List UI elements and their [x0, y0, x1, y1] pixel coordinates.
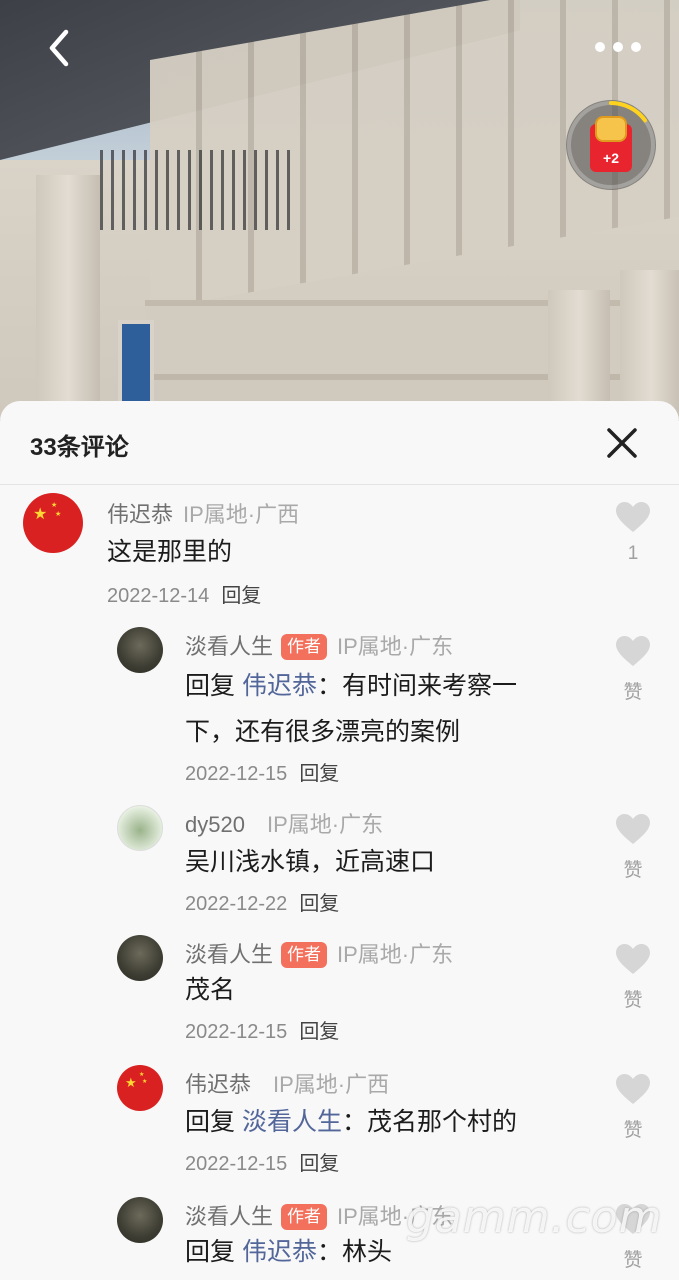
- mention-link[interactable]: 伟迟恭: [242, 672, 317, 700]
- username[interactable]: dy520: [185, 812, 245, 837]
- comment-meta: 2022-12-15 回复: [185, 757, 339, 786]
- watermark-text: gamm.com: [406, 1192, 663, 1243]
- back-button[interactable]: [40, 24, 84, 72]
- username[interactable]: 伟迟恭: [185, 1072, 251, 1097]
- comment-date: 2022-12-15: [185, 763, 288, 785]
- comment-date: 2022-12-15: [185, 1153, 288, 1175]
- building-pillar: [620, 270, 679, 420]
- comment-text-rest: ：茂名那个村的: [341, 1108, 517, 1136]
- china-flag-avatar[interactable]: ★ ★ ★: [23, 493, 83, 553]
- tree-avatar[interactable]: [117, 1197, 163, 1243]
- comment-text-line1: ：有时间来考察一: [316, 672, 517, 700]
- reply-item[interactable]: dy520 IP属地·广东 吴川浅水镇，近高速口 2022-12-22 回复 赞: [0, 799, 679, 927]
- close-button[interactable]: [604, 425, 640, 461]
- reply-button[interactable]: 回复: [221, 585, 261, 607]
- comments-header: 33条评论: [0, 401, 679, 485]
- comment-meta: 2022-12-15 回复: [185, 1147, 339, 1176]
- like-button[interactable]: 赞: [613, 635, 653, 704]
- comment-date: 2022-12-15: [185, 1021, 288, 1043]
- more-button[interactable]: [592, 32, 648, 62]
- comment-item[interactable]: ★ ★ ★ 伟迟恭 IP属地·广西 这是那里的 2022-12-14 回复 1: [0, 485, 679, 615]
- like-label: 赞: [623, 860, 643, 881]
- building-rails: [100, 150, 290, 230]
- tree-avatar[interactable]: [117, 935, 163, 981]
- comment-text-rest: ：林头: [316, 1238, 392, 1266]
- reply-prefix: 回复: [185, 672, 236, 700]
- reply-button[interactable]: 回复: [299, 893, 339, 915]
- comment-text: 回复 淡看人生：茂名那个村的: [185, 1099, 517, 1145]
- reply-prefix: 回复: [185, 1108, 236, 1136]
- video-background[interactable]: +2: [0, 0, 679, 420]
- building-pillar: [36, 175, 100, 420]
- reply-prefix: 回复: [185, 1238, 236, 1266]
- comment-header: 伟迟恭 IP属地·广西: [107, 497, 299, 529]
- ip-location: IP属地·广东: [266, 812, 384, 837]
- reply-item[interactable]: 淡看人生 作者 IP属地·广东 茂名 2022-12-15 回复 赞: [0, 929, 679, 1057]
- author-badge: 作者: [281, 1204, 328, 1230]
- ip-location: IP属地·广东: [337, 634, 454, 659]
- like-button[interactable]: 赞: [613, 943, 653, 1012]
- heart-icon: [616, 1074, 650, 1104]
- comment-text: 回复 伟迟恭：林头: [185, 1229, 392, 1275]
- username[interactable]: 伟迟恭: [107, 502, 173, 527]
- like-label: 赞: [623, 1250, 643, 1271]
- like-label: 赞: [623, 682, 643, 703]
- reply-button[interactable]: 回复: [299, 763, 339, 785]
- heart-icon: [616, 814, 650, 844]
- comment-date: 2022-12-14: [107, 585, 210, 607]
- reply-item[interactable]: 淡看人生 作者 IP属地·广东 回复 伟迟恭：有时间来考察一 下，还有很多漂亮的案例…: [0, 619, 679, 791]
- like-button[interactable]: 赞: [613, 813, 653, 882]
- comment-meta: 2022-12-15 回复: [185, 1015, 339, 1044]
- ip-location: IP属地·广东: [337, 942, 454, 967]
- red-packet-label: +2: [603, 150, 619, 166]
- coin-icon: [595, 116, 627, 142]
- comment-meta: 2022-12-14 回复: [107, 579, 261, 608]
- comment-header: dy520 IP属地·广东: [185, 807, 383, 839]
- mention-link[interactable]: 淡看人生: [242, 1108, 342, 1136]
- username[interactable]: 淡看人生: [185, 942, 273, 967]
- ip-location: IP属地·广西: [183, 502, 300, 527]
- username[interactable]: 淡看人生: [185, 634, 273, 659]
- like-count: 1: [627, 543, 639, 564]
- like-label: 赞: [623, 990, 643, 1011]
- comment-text: 吴川浅水镇，近高速口: [185, 848, 436, 876]
- close-icon: [607, 428, 637, 458]
- chevron-left-icon: [49, 29, 69, 67]
- more-dots-icon: [595, 42, 641, 52]
- reply-button[interactable]: 回复: [299, 1021, 339, 1043]
- comment-text: 茂名: [185, 976, 236, 1004]
- comment-header: 淡看人生 作者 IP属地·广东: [185, 629, 453, 661]
- comment-text: 这是那里的: [107, 538, 233, 566]
- like-button[interactable]: 1: [613, 501, 653, 565]
- reply-button[interactable]: 回复: [299, 1153, 339, 1175]
- comments-sheet: 33条评论 ★ ★ ★ 伟迟恭 IP属地·广西 这是那里的 2022-12-14 回…: [0, 401, 679, 1280]
- comment-text-line2: 下，还有很多漂亮的案例: [185, 718, 461, 746]
- comment-header: 伟迟恭 IP属地·广西: [185, 1067, 389, 1099]
- china-flag-avatar[interactable]: ★ ★ ★: [117, 1065, 163, 1111]
- tree-avatar[interactable]: [117, 627, 163, 673]
- heart-icon: [616, 636, 650, 666]
- author-badge: 作者: [281, 634, 328, 660]
- reply-item[interactable]: ★ ★ ★ 伟迟恭 IP属地·广西 回复 淡看人生：茂名那个村的 2022-12-…: [0, 1059, 679, 1189]
- heart-icon: [616, 502, 650, 532]
- comment-header: 淡看人生 作者 IP属地·广东: [185, 937, 453, 969]
- comment-meta: 2022-12-22 回复: [185, 887, 339, 916]
- like-button[interactable]: 赞: [613, 1073, 653, 1142]
- username[interactable]: 淡看人生: [185, 1204, 273, 1229]
- kids-avatar[interactable]: [117, 805, 163, 851]
- ip-location: IP属地·广西: [273, 1072, 390, 1097]
- mention-link[interactable]: 伟迟恭: [242, 1238, 317, 1266]
- author-badge: 作者: [281, 942, 328, 968]
- comment-text: 回复 伟迟恭：有时间来考察一 下，还有很多漂亮的案例: [185, 663, 565, 755]
- red-packet-button[interactable]: +2: [566, 100, 656, 190]
- like-label: 赞: [623, 1120, 643, 1141]
- comment-date: 2022-12-22: [185, 893, 288, 915]
- comments-count-title: 33条评论: [30, 434, 129, 461]
- heart-icon: [616, 944, 650, 974]
